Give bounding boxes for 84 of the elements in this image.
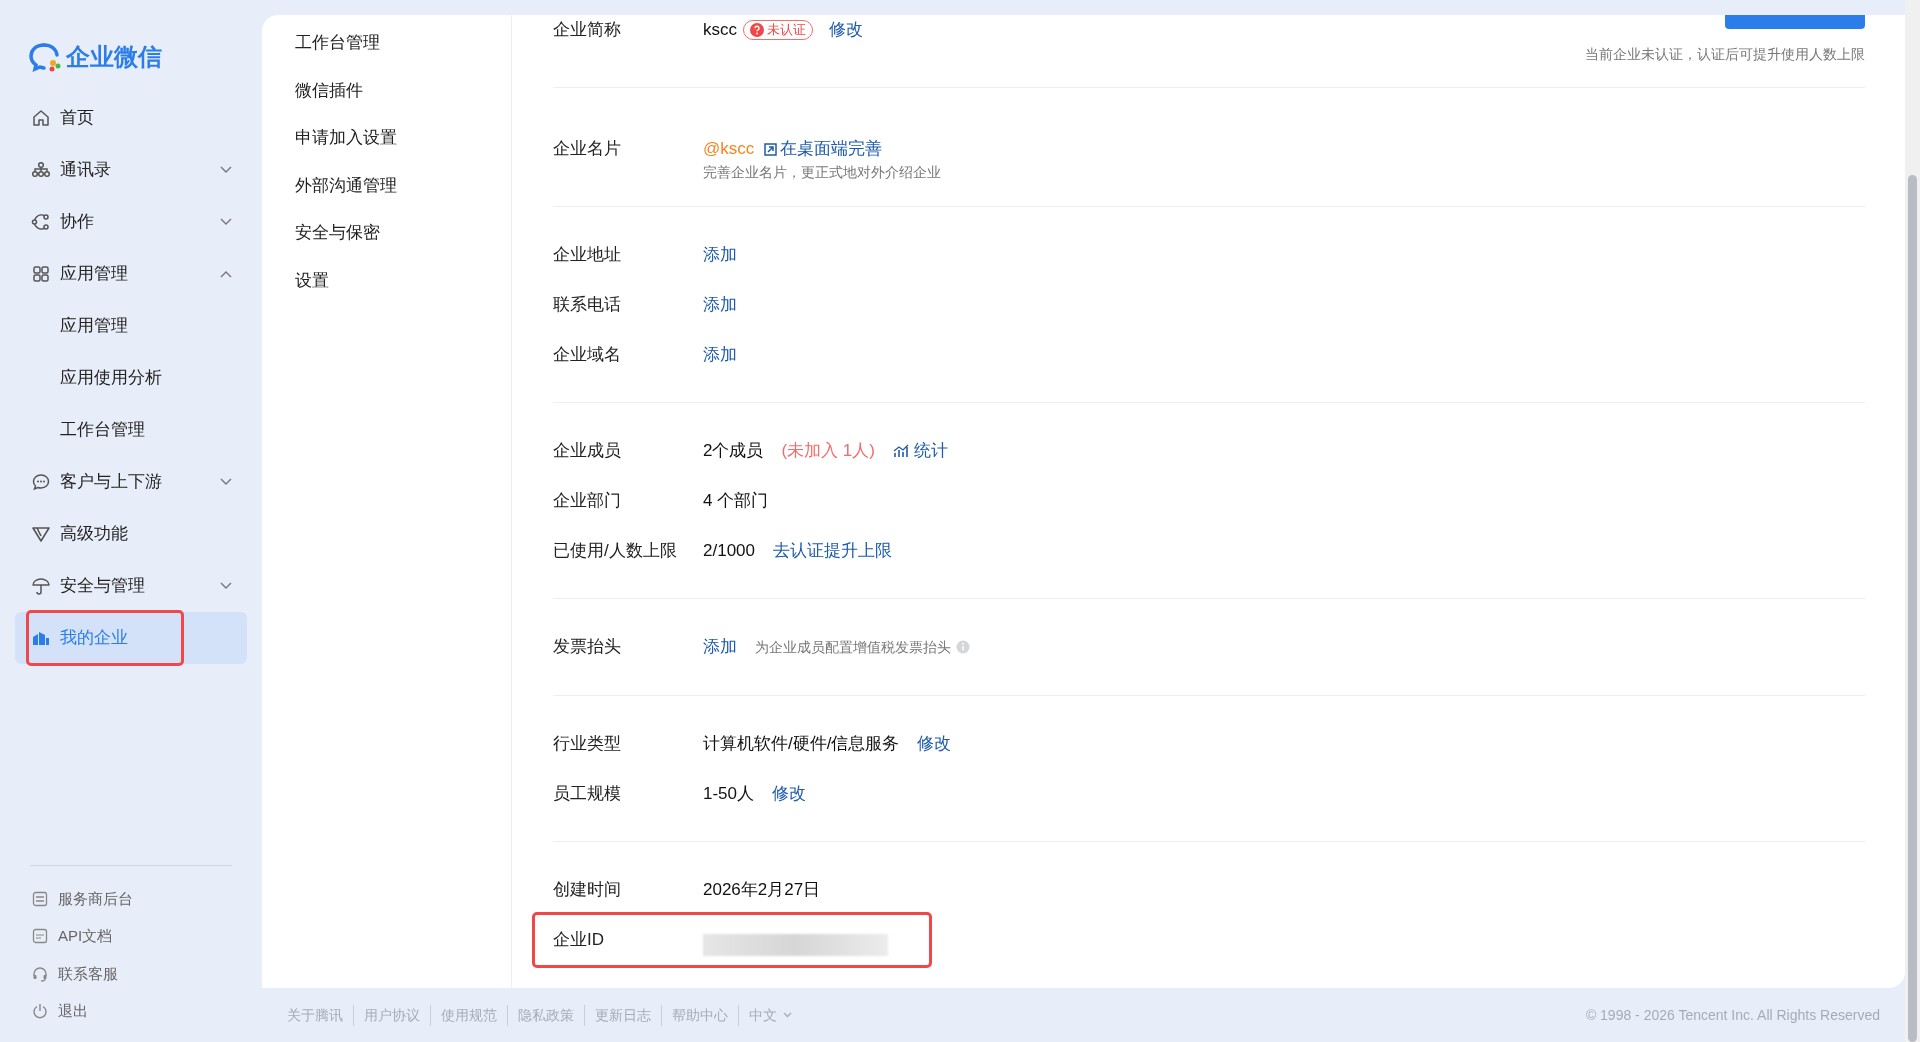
logo-text: 企业微信 [66,42,162,72]
text-link[interactable]: 修改 [772,781,807,807]
text-link[interactable]: 在桌面端完善 [764,136,883,162]
sidebar-link[interactable]: 服务商后台 [0,880,262,918]
subnav-item[interactable]: 外部沟通管理 [262,161,511,209]
text-link[interactable]: 去认证提升上限 [773,538,892,564]
sidebar-link[interactable]: 退出 [0,992,262,1030]
value-text: kscc [703,19,737,42]
text-link[interactable]: 修改 [917,731,952,757]
info-icon[interactable] [956,640,970,654]
chart-icon [892,444,909,458]
field-label: 联系电话 [553,294,622,317]
nav-item[interactable]: 应用管理 [15,248,247,300]
copyright-text: © 1998 - 2026 Tencent Inc. All Rights Reserved [1585,1005,1880,1025]
field-label: 企业部门 [553,490,622,513]
nav-label: 客户与上下游 [60,471,162,494]
field-label: 已使用/人数上限 [553,540,678,563]
field-label: 企业域名 [553,344,622,367]
value-text: 2/1000 [703,540,755,563]
nav-item[interactable]: 安全与管理 [15,560,247,612]
nav-label: 协作 [60,211,94,234]
nav-label: 首页 [60,107,94,130]
power-icon [31,1002,49,1021]
subnav-item[interactable]: 微信插件 [262,66,511,114]
value-text: 2个成员 [703,440,764,463]
caret-icon [783,1012,792,1018]
text-link[interactable]: 修改 [829,17,863,43]
value-text: 计算机软件/硬件/信息服务 [703,733,900,756]
sidebar-link[interactable]: 联系客服 [0,955,262,993]
logo-icon [28,42,62,72]
nav-subitem[interactable]: 工作台管理 [15,404,247,456]
org-chart-icon [31,160,51,180]
field-label: 发票抬头 [553,636,622,659]
home-icon [31,108,51,128]
document-icon [31,927,49,946]
scrollbar-thumb[interactable] [1908,175,1917,1042]
chat-bubble-icon [31,472,51,492]
field-label: 企业名片 [553,138,622,161]
text-link[interactable]: 添加 [703,242,737,268]
nav-label: 高级功能 [60,523,128,546]
nodes-icon [31,212,51,232]
nav-item[interactable]: 客户与上下游 [15,456,247,508]
question-icon [750,23,764,37]
nav-item[interactable]: 协作 [15,196,247,248]
value-text: 4 个部门 [703,490,769,513]
field-label: 创建时间 [553,879,622,902]
nav-item[interactable]: 首页 [15,92,247,144]
hint-text: 为企业成员配置增值税发票抬头 [755,637,951,657]
panel-icon [31,889,49,908]
subnav-item[interactable]: 安全与保密 [262,209,511,257]
nav-item[interactable]: 高级功能 [15,508,247,560]
field-label: 企业简称 [553,19,622,42]
external-link-icon [764,142,778,156]
headset-icon [31,964,49,983]
text-link[interactable]: 统计 [892,438,948,464]
grid-icon [31,264,51,284]
text-link[interactable]: 添加 [703,634,737,660]
text-link[interactable]: 添加 [703,292,737,318]
warning-text: (未加入 1人) [781,440,875,463]
notice-text: 当前企业未认证，认证后可提升使用人数上限 [1585,45,1865,64]
subnav-item[interactable]: 申请加入设置 [262,114,511,162]
nav-subitem[interactable]: 应用管理 [15,300,247,352]
nav-label: 安全与管理 [60,575,145,598]
nav-label: 通讯录 [60,159,111,182]
nav-label: 应用管理 [60,263,128,286]
field-label: 行业类型 [553,733,622,756]
text-link[interactable]: 添加 [703,342,737,368]
sidebar-link[interactable]: API文档 [0,917,262,955]
value-text: 2026年2月27日 [703,879,821,902]
umbrella-icon [31,576,51,596]
handle-text: @kscc [703,138,755,161]
value-text: 1-50人 [703,783,755,806]
field-label: 企业成员 [553,440,622,463]
note-text: 完善企业名片，更正式地对外介绍企业 [703,164,941,180]
field-label: 员工规模 [553,783,622,806]
nav-label: 我的企业 [60,627,128,650]
nav-subitem[interactable]: 应用使用分析 [15,352,247,404]
field-label: 企业ID [553,929,605,952]
v-shape-icon [31,524,51,544]
certify-button[interactable] [1725,15,1865,29]
subnav-item[interactable]: 工作台管理 [262,19,511,67]
field-label: 企业地址 [553,244,622,267]
nav-item[interactable]: 通讯录 [15,144,247,196]
subnav-item[interactable]: 设置 [262,256,511,304]
